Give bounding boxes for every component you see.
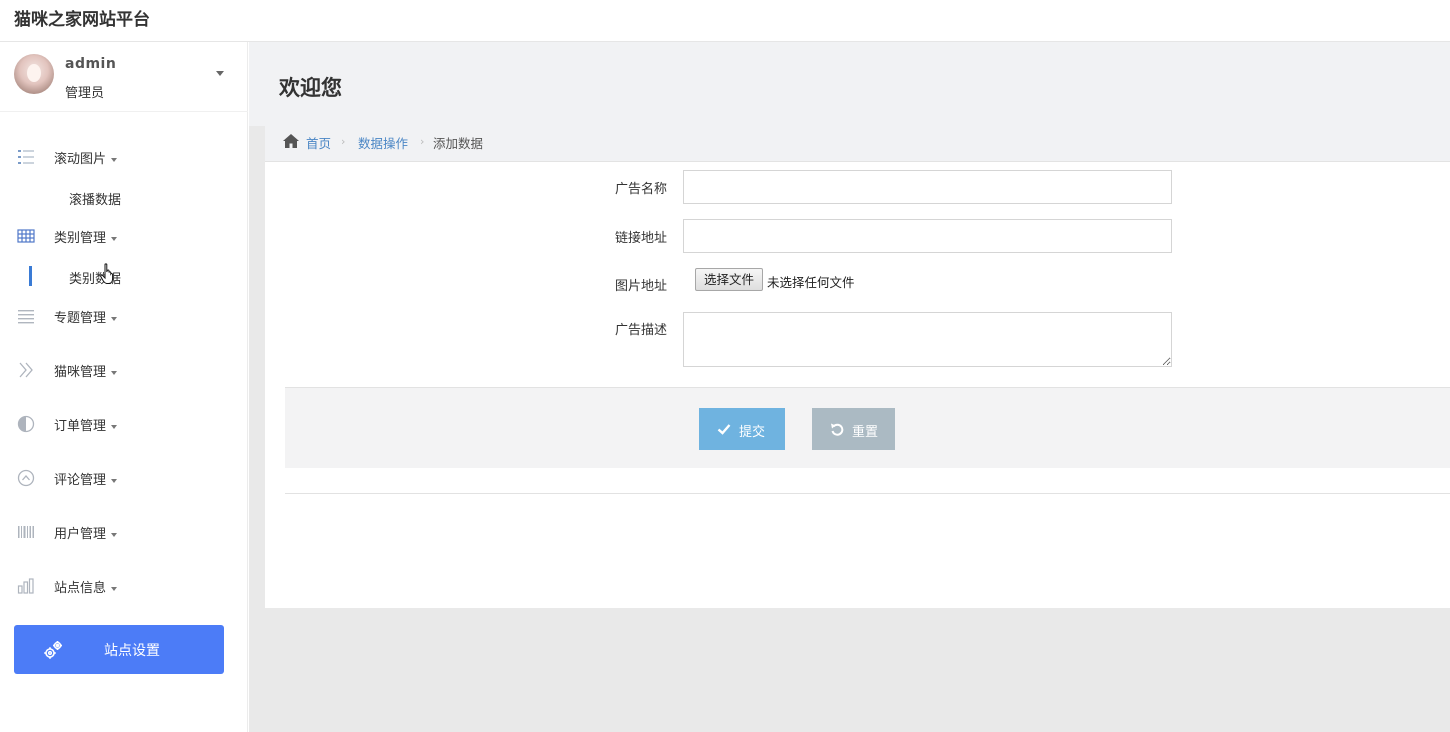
sidebar-item-topics[interactable]: 专题管理 bbox=[0, 301, 248, 331]
caret-down-icon bbox=[111, 424, 118, 429]
sidebar-item-label: 用户管理 bbox=[54, 523, 118, 542]
sidebar-item-label: 滚动图片 bbox=[54, 148, 118, 167]
grid-icon bbox=[17, 229, 35, 243]
caret-down-icon bbox=[111, 586, 118, 591]
description-label: 广告描述 bbox=[615, 323, 668, 338]
sidebar-subitem-category-data[interactable]: 类别数据 bbox=[0, 262, 248, 290]
page-title: 欢迎您 bbox=[279, 76, 342, 100]
caret-down-icon bbox=[111, 157, 118, 162]
sidebar-item-site-info[interactable]: 站点信息 bbox=[0, 571, 248, 601]
submit-button[interactable]: 提交 bbox=[699, 408, 785, 450]
site-settings-button[interactable]: 站点设置 bbox=[14, 625, 224, 674]
file-status-text: 未选择任何文件 bbox=[767, 275, 855, 290]
bar-chart-icon bbox=[17, 578, 34, 594]
sidebar-item-label: 站点信息 bbox=[54, 577, 118, 596]
submit-label: 提交 bbox=[739, 424, 766, 439]
divider bbox=[285, 493, 1450, 494]
breadcrumb: 首页 › 数据操作 › 添加数据 bbox=[265, 126, 1450, 162]
align-justify-icon bbox=[18, 310, 34, 324]
user-name: admin bbox=[65, 56, 117, 72]
description-textarea[interactable] bbox=[683, 312, 1172, 367]
circle-up-icon bbox=[17, 469, 35, 487]
reset-label: 重置 bbox=[852, 424, 879, 439]
reset-button[interactable]: 重置 bbox=[812, 408, 895, 450]
cogs-icon bbox=[44, 641, 62, 659]
undo-icon bbox=[831, 423, 844, 436]
sidebar-item-label: 评论管理 bbox=[54, 469, 118, 488]
double-angle-right-icon bbox=[19, 362, 33, 378]
form-panel: 广告名称 链接地址 图片地址 选择文件 未选择任何文件 广告描述 提交 重置 bbox=[265, 162, 1450, 608]
caret-down-icon bbox=[111, 478, 118, 483]
caret-down-icon[interactable] bbox=[216, 71, 224, 76]
caret-down-icon bbox=[111, 370, 118, 375]
sidebar-item-label: 类别管理 bbox=[54, 227, 118, 246]
avatar bbox=[14, 54, 54, 94]
breadcrumb-separator: › bbox=[341, 135, 346, 148]
sidebar-subitem-carousel-data[interactable]: 滚播数据 bbox=[0, 183, 248, 211]
caret-down-icon bbox=[111, 236, 118, 241]
sidebar-item-category[interactable]: 类别管理 bbox=[0, 221, 248, 251]
breadcrumb-current: 添加数据 bbox=[433, 136, 484, 151]
sidebar-item-label: 猫咪管理 bbox=[54, 361, 118, 380]
image-label: 图片地址 bbox=[615, 279, 668, 294]
ad-name-input[interactable] bbox=[683, 170, 1172, 204]
brand-title[interactable]: 猫咪之家网站平台 bbox=[0, 0, 248, 42]
user-role: 管理员 bbox=[65, 86, 105, 101]
breadcrumb-home-link[interactable]: 首页 bbox=[306, 133, 331, 152]
active-indicator bbox=[29, 266, 32, 286]
site-settings-label: 站点设置 bbox=[104, 643, 160, 659]
sidebar-item-carousel[interactable]: 滚动图片 bbox=[0, 142, 248, 172]
sidebar: admin 管理员 滚动图片 滚播数据 类别管理 类别数据 专题管理 猫咪管理 … bbox=[0, 42, 248, 732]
sidebar-item-comments[interactable]: 评论管理 bbox=[0, 463, 248, 493]
choose-file-button[interactable]: 选择文件 bbox=[695, 268, 763, 291]
main-content: 欢迎您 首页 › 数据操作 › 添加数据 广告名称 链接地址 图片地址 选择文件… bbox=[249, 42, 1450, 732]
hand-cursor-icon bbox=[100, 263, 114, 284]
list-icon bbox=[18, 150, 34, 164]
breadcrumb-section-link[interactable]: 数据操作 bbox=[358, 133, 408, 152]
top-navbar: 猫咪之家网站平台 bbox=[0, 0, 1450, 42]
sidebar-item-users[interactable]: 用户管理 bbox=[0, 517, 248, 547]
user-panel[interactable]: admin 管理员 bbox=[0, 42, 248, 112]
caret-down-icon bbox=[111, 316, 118, 321]
sidebar-item-label: 订单管理 bbox=[54, 415, 118, 434]
check-icon bbox=[717, 424, 731, 435]
sidebar-subitem-label: 滚播数据 bbox=[69, 193, 122, 208]
link-input[interactable] bbox=[683, 219, 1172, 253]
sidebar-item-cats[interactable]: 猫咪管理 bbox=[0, 355, 248, 385]
page-header: 欢迎您 bbox=[249, 42, 1450, 126]
adjust-icon bbox=[17, 415, 35, 433]
sidebar-item-label: 专题管理 bbox=[54, 307, 118, 326]
link-label: 链接地址 bbox=[615, 231, 668, 246]
caret-down-icon bbox=[111, 532, 118, 537]
sidebar-item-orders[interactable]: 订单管理 bbox=[0, 409, 248, 439]
breadcrumb-separator: › bbox=[420, 135, 425, 148]
ad-name-label: 广告名称 bbox=[615, 182, 668, 197]
barcode-icon bbox=[18, 526, 34, 538]
home-icon[interactable] bbox=[282, 133, 300, 149]
form-actions: 提交 重置 bbox=[285, 387, 1450, 468]
